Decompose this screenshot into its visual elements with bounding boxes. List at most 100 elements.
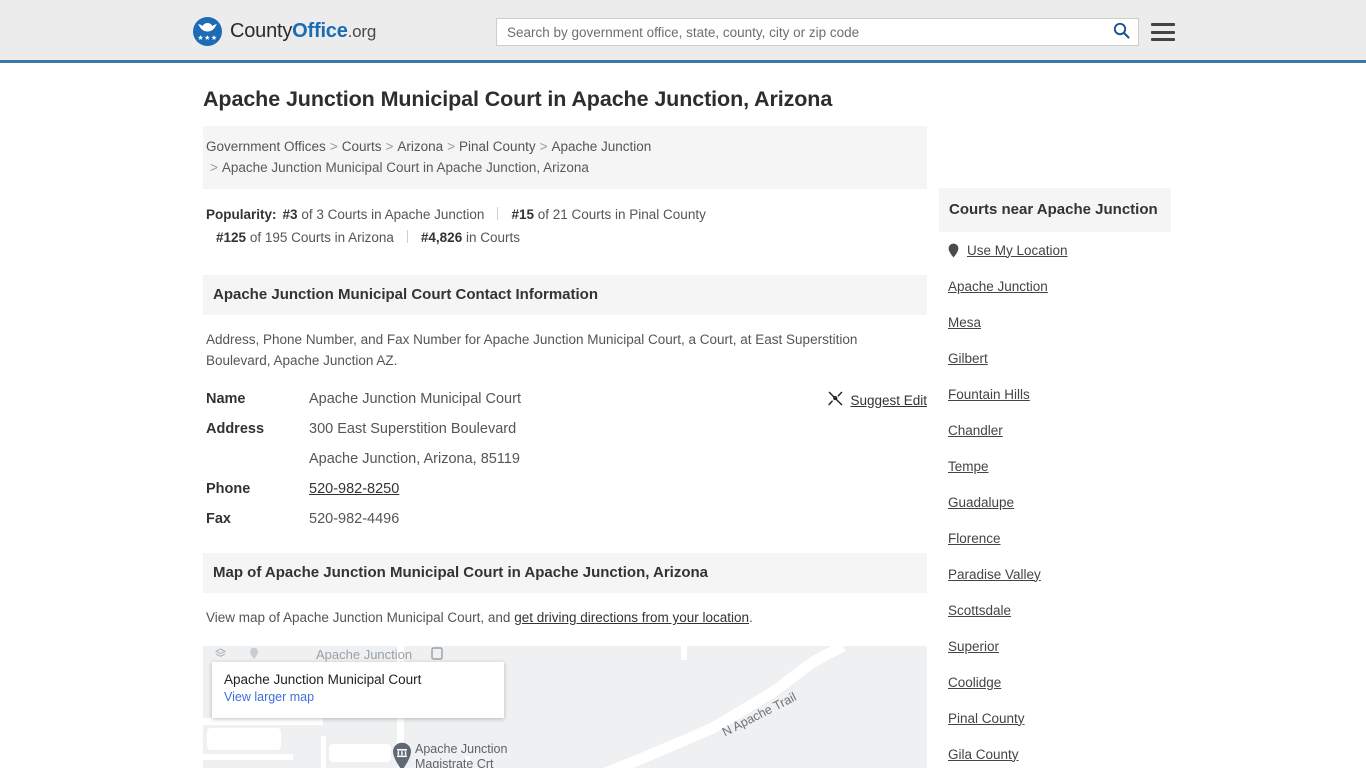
view-larger-map-link[interactable]: View larger map (224, 688, 314, 706)
sidebar-item-pinal-county[interactable]: Pinal County (939, 700, 1171, 736)
popularity-label: Popularity: (206, 207, 277, 222)
breadcrumb-item-courts[interactable]: Courts (342, 139, 382, 154)
sidebar-link-coolidge[interactable]: Coolidge (948, 675, 1001, 690)
sidebar-item-gila-county[interactable]: Gila County (939, 736, 1171, 768)
contact-value-address-line2: Apache Junction, Arizona, 85119 (309, 451, 520, 467)
phone-link[interactable]: 520-982-8250 (309, 481, 399, 497)
contact-row-address-line2: Apache Junction, Arizona, 85119 (203, 451, 927, 467)
map-road-horizontal-1 (203, 718, 323, 725)
page-title: Apache Junction Municipal Court in Apach… (203, 87, 833, 111)
contact-key-fax: Fax (206, 511, 231, 527)
popularity-row-2: #125 of 195 Courts in Arizona #4,826 in C… (206, 226, 927, 249)
map-pin-magistrate-icon[interactable] (391, 742, 413, 768)
sidebar-link-guadalupe[interactable]: Guadalupe (948, 495, 1014, 510)
map-desc-after: . (749, 610, 753, 625)
map-road-horizontal-2 (203, 754, 293, 760)
driving-directions-link[interactable]: get driving directions from your locatio… (514, 610, 749, 625)
hamburger-bar-2 (1151, 30, 1175, 34)
sidebar-item-fountain-hills[interactable]: Fountain Hills (939, 376, 1171, 412)
logo-text-part1: County (230, 20, 293, 42)
site-header: ★★★ CountyOffice.org (0, 0, 1366, 63)
sidebar-link-paradise-valley[interactable]: Paradise Valley (948, 567, 1041, 582)
map-landmark-icon (431, 647, 443, 663)
sidebar-link-pinal-county[interactable]: Pinal County (948, 711, 1025, 726)
site-logo-text: CountyOffice.org (230, 20, 376, 43)
map-embed[interactable]: Apache Junction N Apache Trail Apache Ju… (203, 646, 927, 768)
breadcrumb-item-government-offices[interactable]: Government Offices (206, 139, 326, 154)
sidebar-link-florence[interactable]: Florence (948, 531, 1001, 546)
map-road-block-2 (329, 744, 391, 762)
search-icon (1113, 22, 1130, 42)
contact-information-table: Suggest Edit Name Apache Junction Munici… (203, 391, 927, 527)
sidebar-link-superior[interactable]: Superior (948, 639, 999, 654)
map-info-card[interactable]: Apache Junction Municipal Court View lar… (212, 662, 504, 718)
sidebar-item-florence[interactable]: Florence (939, 520, 1171, 556)
popularity-divider (406, 230, 408, 243)
stars-glyph: ★★★ (197, 35, 218, 42)
popularity-text-2: of 21 Courts in Pinal County (537, 207, 706, 222)
logo-text-part3: .org (347, 22, 377, 41)
suggest-edit-label: Suggest Edit (850, 392, 927, 408)
map-pin-icon (948, 243, 959, 258)
sidebar-item-chandler[interactable]: Chandler (939, 412, 1171, 448)
popularity-stats: Popularity: #3 of 3 Courts in Apache Junc… (203, 203, 927, 249)
sidebar-item-tempe[interactable]: Tempe (939, 448, 1171, 484)
search-bar[interactable] (496, 18, 1139, 46)
sidebar-item-gilbert[interactable]: Gilbert (939, 340, 1171, 376)
breadcrumb-separator: > (329, 139, 338, 154)
sidebar-item-coolidge[interactable]: Coolidge (939, 664, 1171, 700)
popularity-rank-4: #4,826 (420, 230, 463, 245)
sidebar-link-gilbert[interactable]: Gilbert (948, 351, 988, 366)
logo-text-part2: Office (292, 20, 348, 42)
sidebar-link-scottsdale[interactable]: Scottsdale (948, 603, 1011, 618)
contact-value-fax: 520-982-4496 (309, 511, 400, 527)
map-layers-icon[interactable] (214, 648, 227, 662)
use-my-location-link[interactable]: Use My Location (967, 243, 1068, 258)
sidebar-heading: Courts near Apache Junction (939, 188, 1171, 232)
map-poi-label-magistrate: Apache Junction Magistrate Crt (415, 742, 507, 768)
breadcrumb-item-pinal-county[interactable]: Pinal County (459, 139, 536, 154)
sidebar-link-tempe[interactable]: Tempe (948, 459, 989, 474)
map-info-card-title: Apache Junction Municipal Court (224, 672, 422, 687)
sidebar-link-fountain-hills[interactable]: Fountain Hills (948, 387, 1030, 402)
breadcrumb-current: Apache Junction Municipal Court in Apach… (221, 160, 589, 175)
breadcrumb-separator: > (210, 160, 218, 175)
popularity-item-4: #4,826 in Courts (421, 230, 520, 245)
map-road-n-apache-trail (603, 646, 846, 768)
sidebar-link-chandler[interactable]: Chandler (948, 423, 1003, 438)
hamburger-menu-icon[interactable] (1151, 21, 1175, 43)
search-input[interactable] (497, 19, 1104, 45)
breadcrumb-separator: > (385, 139, 394, 154)
map-label-apache-junction-city: Apache Junction (316, 647, 413, 662)
contact-row-name: Name Apache Junction Municipal Court (203, 391, 927, 407)
breadcrumb-item-arizona[interactable]: Arizona (397, 139, 443, 154)
popularity-item-2: #15 of 21 Courts in Pinal County (511, 207, 705, 222)
sidebar-item-guadalupe[interactable]: Guadalupe (939, 484, 1171, 520)
sidebar-link-apache-junction[interactable]: Apache Junction (948, 279, 1048, 294)
hamburger-bar-1 (1151, 23, 1175, 26)
breadcrumb-item-apache-junction[interactable]: Apache Junction (551, 139, 651, 154)
map-marker-small-icon (249, 647, 259, 663)
sidebar-nearby-list: Use My Location Apache Junction Mesa Gil… (939, 232, 1171, 768)
contact-key-phone: Phone (206, 481, 251, 497)
map-desc-before: View map of Apache Junction Municipal Co… (206, 610, 515, 625)
breadcrumb-separator: > (539, 139, 548, 154)
site-logo[interactable]: ★★★ CountyOffice.org (193, 17, 376, 46)
sidebar-link-mesa[interactable]: Mesa (948, 315, 981, 330)
sidebar-item-apache-junction[interactable]: Apache Junction (939, 268, 1171, 304)
edit-pen-icon (828, 391, 843, 409)
contact-row-phone: Phone 520-982-8250 (203, 481, 927, 497)
sidebar-link-gila-county[interactable]: Gila County (948, 747, 1019, 762)
sidebar-item-scottsdale[interactable]: Scottsdale (939, 592, 1171, 628)
contact-section-description: Address, Phone Number, and Fax Number fo… (206, 332, 858, 368)
sidebar-item-superior[interactable]: Superior (939, 628, 1171, 664)
popularity-rank-3: #125 (216, 230, 247, 245)
search-button[interactable] (1104, 19, 1138, 45)
popularity-text-4: in Courts (465, 230, 520, 245)
contact-row-address: Address 300 East Superstition Boulevard (203, 421, 927, 437)
sidebar-item-paradise-valley[interactable]: Paradise Valley (939, 556, 1171, 592)
contact-value-address-line1: 300 East Superstition Boulevard (309, 421, 517, 437)
sidebar-item-mesa[interactable]: Mesa (939, 304, 1171, 340)
sidebar-item-use-my-location[interactable]: Use My Location (939, 232, 1171, 268)
suggest-edit-button[interactable]: Suggest Edit (828, 391, 927, 409)
